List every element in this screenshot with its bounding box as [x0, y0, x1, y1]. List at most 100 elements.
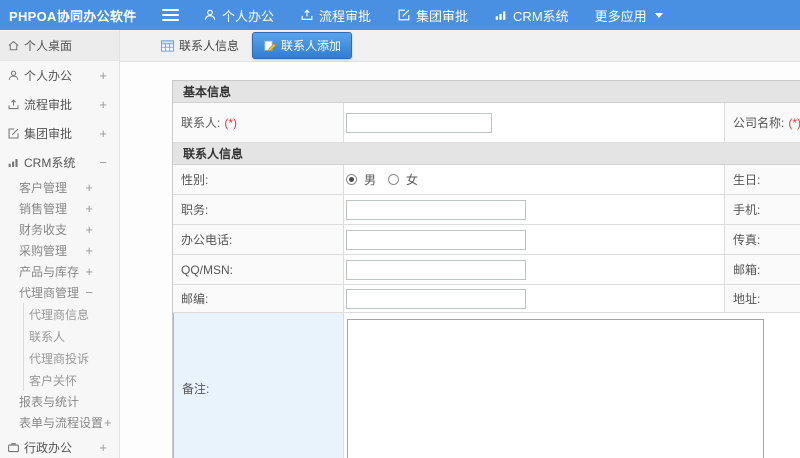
topnav-personal-office[interactable]: 个人办公 [203, 6, 274, 25]
edit-square-icon [7, 127, 20, 140]
topnav-group-approval[interactable]: 集团审批 [397, 6, 468, 25]
sidebar-item-personal-office[interactable]: 个人办公 + [0, 61, 119, 90]
sidebar-item-label: 客户管理 [19, 181, 68, 195]
sidebar-item-workflow-approval[interactable]: 流程审批 + [0, 90, 119, 119]
sidebar-item-label: 客户关怀 [29, 373, 78, 388]
expand-icon[interactable]: + [85, 223, 93, 236]
gender-female-radio[interactable] [388, 174, 400, 185]
topbar: PHPOA协同办公软件 个人办公 流程审批 集团审批 CRM系统 更多应用 [0, 0, 800, 30]
expand-icon[interactable]: + [85, 265, 93, 278]
sidebar-item-label: 代理商管理 [19, 286, 80, 300]
field-label: 生日: [733, 173, 761, 187]
sidebar-item-purchasing[interactable]: 采购管理 + [0, 240, 119, 261]
sidebar: 个人桌面 个人办公 + 流程审批 + 集团审批 + CRM系统 − 客户管理 +… [0, 30, 120, 458]
sidebar-item-agent-info[interactable]: 代理商信息 [23, 303, 119, 325]
contact-name-label-cell: 联系人: (*) [173, 103, 344, 142]
topnav-workflow-approval[interactable]: 流程审批 [300, 6, 371, 25]
sidebar-item-label: 联系人 [29, 329, 66, 344]
expand-icon[interactable]: + [85, 181, 93, 194]
sidebar-item-sales-management[interactable]: 销售管理 + [0, 198, 119, 219]
expand-icon[interactable]: + [99, 98, 107, 111]
remark-label-cell: 备注: [173, 313, 344, 458]
field-label: 地址: [733, 292, 761, 306]
expand-icon[interactable]: + [99, 127, 107, 140]
gender-male-radio[interactable] [346, 174, 357, 185]
tab-contact-info[interactable]: 联系人信息 [154, 33, 245, 58]
remark-textarea[interactable] [347, 319, 764, 458]
required-mark: (*) [224, 115, 238, 130]
remark-value-cell [344, 313, 800, 458]
collapse-icon[interactable]: − [85, 286, 93, 299]
sidebar-item-agent-management[interactable]: 代理商管理 − [0, 282, 119, 303]
contact-add-form: 基本信息 联系人: (*) 公司名称: (*) 联系人信息 性别: 男 女 生日… [172, 80, 800, 458]
user-icon [7, 69, 20, 82]
form-row-gender: 性别: 男 女 生日: [173, 165, 800, 195]
qq-msn-label-cell: QQ/MSN: [173, 255, 344, 284]
tab-label: 联系人信息 [179, 39, 240, 53]
expand-icon[interactable]: + [85, 202, 93, 215]
gender-male-label: 男 [364, 173, 377, 187]
sidebar-item-reports-statistics[interactable]: 报表与统计 [0, 391, 119, 412]
topnav-more-apps[interactable]: 更多应用 [595, 6, 663, 25]
mobile-label-cell: 手机: [724, 195, 800, 224]
sidebar-item-label: 集团审批 [24, 127, 73, 141]
menu-toggle-icon[interactable] [162, 9, 179, 21]
edit-square-icon [397, 8, 411, 22]
field-label: 职务: [181, 203, 209, 217]
sidebar-item-crm-system[interactable]: CRM系统 − [0, 148, 119, 177]
sidebar-item-personal-desktop[interactable]: 个人桌面 [0, 31, 119, 61]
topnav-label: CRM系统 [513, 8, 569, 24]
field-label: 备注: [182, 381, 210, 396]
expand-icon[interactable]: + [85, 244, 93, 257]
section-header-contact-info: 联系人信息 [173, 143, 800, 165]
sidebar-item-group-approval[interactable]: 集团审批 + [0, 119, 119, 148]
form-row-job-title: 职务: 手机: [173, 195, 800, 225]
bar-chart-icon [494, 8, 508, 22]
sidebar-item-label: 财务收支 [19, 223, 68, 237]
office-phone-input[interactable] [346, 229, 526, 250]
sidebar-item-form-workflow-settings[interactable]: 表单与流程设置 + [0, 412, 119, 433]
job-title-input[interactable] [346, 199, 526, 220]
caret-down-icon [654, 12, 663, 18]
sidebar-item-label: 行政办公 [24, 441, 73, 455]
topnav-label: 集团审批 [416, 8, 469, 24]
form-row-office-phone: 办公电话: 传真: [173, 225, 800, 255]
expand-icon[interactable]: + [99, 69, 107, 82]
collapse-icon[interactable]: − [99, 156, 107, 169]
sidebar-item-label: 产品与库存 [19, 265, 80, 279]
home-icon [7, 39, 20, 52]
sidebar-item-label: 个人桌面 [24, 39, 73, 53]
sidebar-item-customer-management[interactable]: 客户管理 + [0, 177, 119, 198]
sidebar-item-label: 采购管理 [19, 244, 68, 258]
sidebar-item-agent-complaints[interactable]: 代理商投诉 [23, 347, 119, 369]
office-phone-value-cell [344, 225, 724, 254]
topnav-crm-system[interactable]: CRM系统 [494, 6, 569, 25]
qq-msn-input[interactable] [346, 259, 526, 280]
expand-icon[interactable]: + [99, 441, 107, 454]
sidebar-item-products-inventory[interactable]: 产品与库存 + [0, 261, 119, 282]
sidebar-item-customer-care[interactable]: 客户关怀 [23, 369, 119, 391]
topnav-label: 更多应用 [594, 8, 647, 24]
sidebar-item-finance[interactable]: 财务收支 + [0, 219, 119, 240]
sidebar-item-label: 代理商信息 [29, 307, 90, 322]
sidebar-item-contacts[interactable]: 联系人 [23, 325, 119, 347]
workflow-icon [7, 98, 20, 111]
tab-contact-add[interactable]: 联系人添加 [252, 32, 353, 59]
bar-chart-icon [7, 156, 20, 169]
address-label-cell: 地址: [724, 285, 800, 312]
qq-msn-value-cell [344, 255, 724, 284]
briefcase-icon [7, 441, 20, 454]
expand-icon[interactable]: + [104, 416, 112, 429]
app-logo: PHPOA协同办公软件 [9, 8, 137, 24]
sidebar-item-admin-office[interactable]: 行政办公 + [0, 433, 119, 458]
topnav-label: 流程审批 [319, 8, 372, 24]
sidebar-item-label: 销售管理 [19, 202, 68, 216]
contact-name-input[interactable] [346, 112, 492, 133]
tab-content: 基本信息 联系人: (*) 公司名称: (*) 联系人信息 性别: 男 女 生日… [120, 62, 800, 458]
contact-name-value-cell [344, 103, 724, 142]
tab-bar: 联系人信息 联系人添加 [120, 30, 800, 62]
topnav-label: 个人办公 [222, 8, 275, 24]
form-row-contact-name: 联系人: (*) 公司名称: (*) [173, 103, 800, 143]
zip-code-input[interactable] [346, 288, 526, 309]
form-row-qq-msn: QQ/MSN: 邮箱: [173, 255, 800, 285]
